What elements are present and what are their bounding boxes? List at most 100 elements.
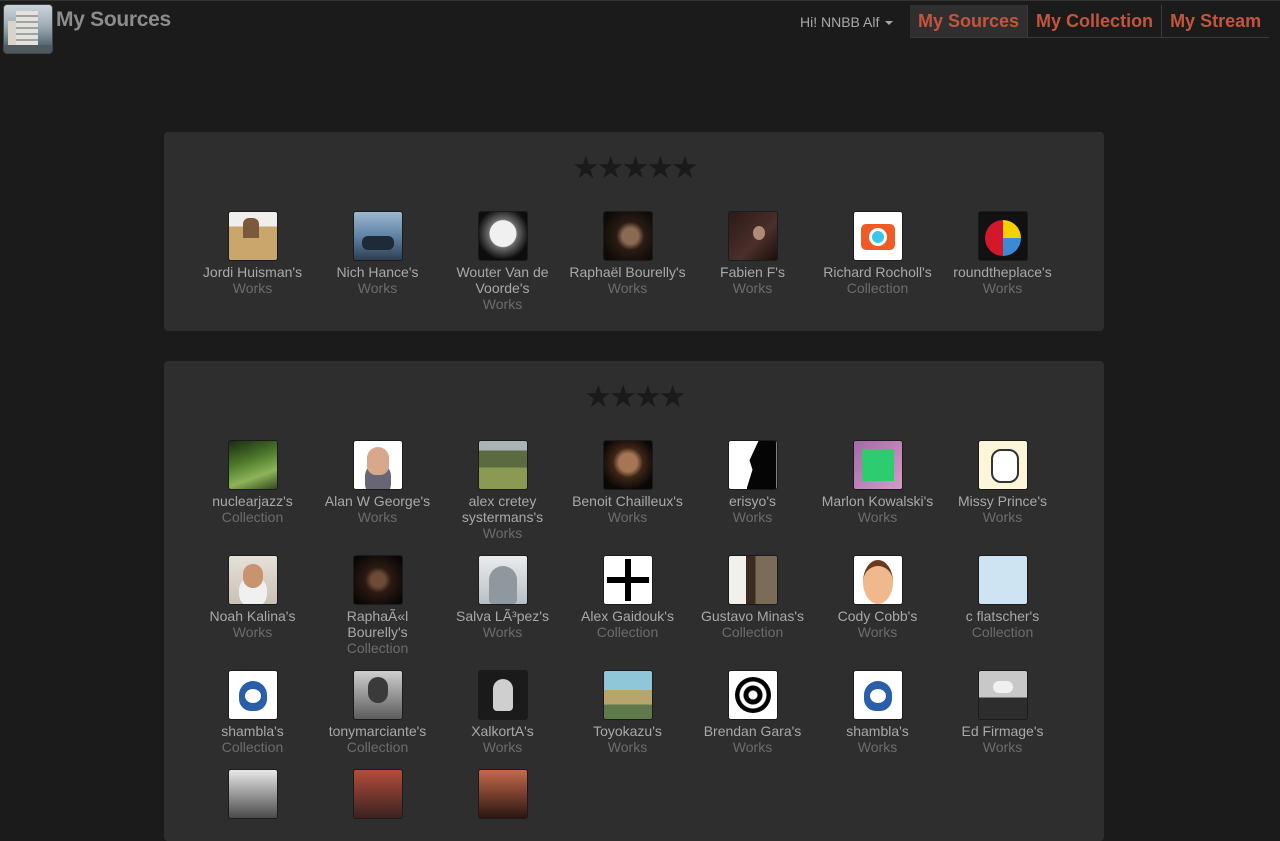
source-item[interactable]: Wouter Van de Voorde's Works — [440, 212, 565, 312]
source-item[interactable]: erisyo's Works — [690, 441, 815, 541]
source-name[interactable]: Salva LÃ³pez's — [440, 608, 565, 624]
source-thumbnail[interactable] — [353, 671, 402, 719]
source-thumbnail[interactable] — [478, 770, 527, 818]
source-type: Collection — [221, 739, 284, 755]
source-name[interactable]: c flatscher's — [940, 608, 1065, 624]
source-name[interactable]: Alan W George's — [315, 493, 440, 509]
source-thumbnail[interactable] — [978, 556, 1027, 604]
source-thumbnail[interactable] — [728, 671, 777, 719]
source-name[interactable]: tonymarciante's — [315, 723, 440, 739]
source-item[interactable]: Nich Hance's Works — [315, 212, 440, 312]
source-item[interactable]: c flatscher's Collection — [940, 556, 1065, 656]
source-thumbnail[interactable] — [978, 441, 1027, 489]
source-name[interactable]: Wouter Van de Voorde's — [440, 264, 565, 296]
source-thumbnail[interactable] — [603, 441, 652, 489]
source-item[interactable]: Noah Kalina's Works — [190, 556, 315, 656]
source-thumbnail[interactable] — [353, 212, 402, 260]
source-thumbnail[interactable] — [978, 212, 1027, 260]
source-name[interactable]: Fabien F's — [690, 264, 815, 280]
source-item[interactable]: Raphaël Bourelly's Works — [565, 212, 690, 312]
source-type: Works — [232, 280, 273, 296]
source-name[interactable]: Noah Kalina's — [190, 608, 315, 624]
source-name[interactable]: Jordi Huisman's — [190, 264, 315, 280]
source-thumbnail[interactable] — [853, 671, 902, 719]
source-thumbnail[interactable] — [853, 212, 902, 260]
source-name[interactable]: roundtheplace's — [940, 264, 1065, 280]
source-item[interactable]: Alex Gaidouk's Collection — [565, 556, 690, 656]
source-item[interactable]: Gustavo Minas's Collection — [690, 556, 815, 656]
source-thumbnail[interactable] — [228, 770, 277, 818]
source-thumbnail[interactable] — [353, 556, 402, 604]
source-name[interactable]: shambla's — [815, 723, 940, 739]
source-thumbnail[interactable] — [978, 671, 1027, 719]
source-name[interactable]: Cody Cobb's — [815, 608, 940, 624]
source-item[interactable]: RaphaÃ«l Bourelly's Collection — [315, 556, 440, 656]
source-name[interactable]: nuclearjazz's — [190, 493, 315, 509]
source-item[interactable]: shambla's Works — [815, 671, 940, 755]
tab-my-collection[interactable]: My Collection — [1028, 5, 1163, 37]
tab-my-sources[interactable]: My Sources — [910, 5, 1029, 37]
source-thumbnail[interactable] — [228, 671, 277, 719]
source-thumbnail[interactable] — [728, 212, 777, 260]
source-item[interactable]: alex cretey systermans's Works — [440, 441, 565, 541]
source-item[interactable]: Ed Firmage's Works — [940, 671, 1065, 755]
source-name[interactable]: Gustavo Minas's — [690, 608, 815, 624]
source-name[interactable]: Brendan Gara's — [690, 723, 815, 739]
source-item[interactable]: Richard Rocholl's Collection — [815, 212, 940, 312]
source-name[interactable]: shambla's — [190, 723, 315, 739]
source-item[interactable]: tonymarciante's Collection — [315, 671, 440, 755]
user-avatar[interactable] — [4, 5, 52, 53]
source-thumbnail[interactable] — [603, 671, 652, 719]
source-item[interactable]: Marlon Kowalski's Works — [815, 441, 940, 541]
source-thumbnail[interactable] — [228, 556, 277, 604]
source-thumbnail[interactable] — [728, 556, 777, 604]
source-thumbnail[interactable] — [478, 441, 527, 489]
source-name[interactable]: Marlon Kowalski's — [815, 493, 940, 509]
source-item[interactable]: Benoit Chailleux's Works — [565, 441, 690, 541]
source-thumbnail[interactable] — [478, 212, 527, 260]
source-thumbnail[interactable] — [853, 556, 902, 604]
source-name[interactable]: RaphaÃ«l Bourelly's — [315, 608, 440, 640]
source-item[interactable]: Fabien F's Works — [690, 212, 815, 312]
source-item[interactable] — [315, 770, 440, 822]
source-item[interactable]: Jordi Huisman's Works — [190, 212, 315, 312]
source-item[interactable]: Alan W George's Works — [315, 441, 440, 541]
source-item[interactable]: Toyokazu's Works — [565, 671, 690, 755]
source-item[interactable] — [440, 770, 565, 822]
source-item[interactable]: shambla's Collection — [190, 671, 315, 755]
source-name[interactable]: Benoit Chailleux's — [565, 493, 690, 509]
source-item[interactable]: XalkortA's Works — [440, 671, 565, 755]
source-thumbnail[interactable] — [728, 441, 777, 489]
source-item[interactable] — [190, 770, 315, 822]
source-thumbnail[interactable] — [853, 441, 902, 489]
user-menu[interactable]: Hi! NNBB Alf — [800, 14, 894, 30]
source-thumbnail[interactable] — [603, 556, 652, 604]
source-item[interactable]: Cody Cobb's Works — [815, 556, 940, 656]
top-bar: My Sources Hi! NNBB Alf My Sources My Co… — [0, 0, 1280, 57]
source-name[interactable]: Toyokazu's — [565, 723, 690, 739]
source-name[interactable]: Missy Prince's — [940, 493, 1065, 509]
source-name[interactable]: XalkortA's — [440, 723, 565, 739]
source-item[interactable]: Brendan Gara's Works — [690, 671, 815, 755]
source-thumbnail[interactable] — [353, 770, 402, 818]
source-thumbnail[interactable] — [228, 441, 277, 489]
source-item[interactable]: nuclearjazz's Collection — [190, 441, 315, 541]
source-name[interactable]: Raphaël Bourelly's — [565, 264, 690, 280]
source-name[interactable]: alex cretey systermans's — [440, 493, 565, 525]
avatar-street-image — [4, 45, 52, 53]
four-star-sources-panel: ★★★★ nuclearjazz's Collection Alan W Geor… — [164, 361, 1104, 841]
source-item[interactable]: Salva LÃ³pez's Works — [440, 556, 565, 656]
source-thumbnail[interactable] — [603, 212, 652, 260]
source-name[interactable]: erisyo's — [690, 493, 815, 509]
source-thumbnail[interactable] — [478, 671, 527, 719]
source-name[interactable]: Ed Firmage's — [940, 723, 1065, 739]
tab-my-stream[interactable]: My Stream — [1162, 5, 1269, 37]
source-item[interactable]: roundtheplace's Works — [940, 212, 1065, 312]
source-thumbnail[interactable] — [353, 441, 402, 489]
source-thumbnail[interactable] — [228, 212, 277, 260]
source-thumbnail[interactable] — [478, 556, 527, 604]
source-name[interactable]: Nich Hance's — [315, 264, 440, 280]
source-name[interactable]: Alex Gaidouk's — [565, 608, 690, 624]
source-name[interactable]: Richard Rocholl's — [815, 264, 940, 280]
source-item[interactable]: Missy Prince's Works — [940, 441, 1065, 541]
